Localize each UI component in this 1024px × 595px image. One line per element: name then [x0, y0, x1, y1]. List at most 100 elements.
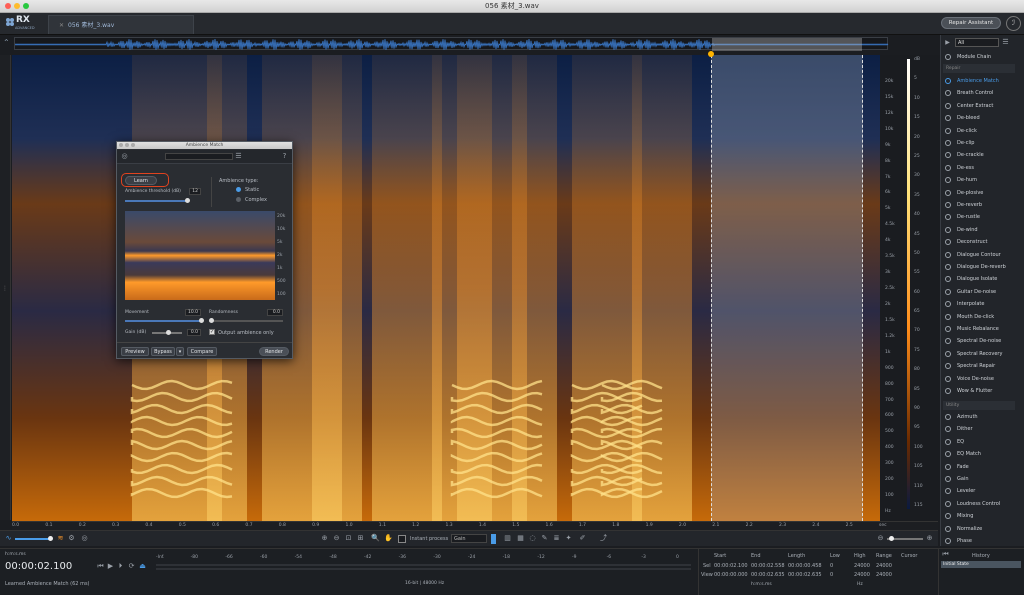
module-item[interactable]: Fade: [941, 461, 1017, 473]
module-item[interactable]: Azimuth: [941, 411, 1017, 423]
frequency-zoom-in-icon[interactable]: ⊕: [925, 534, 934, 543]
threshold-value[interactable]: 12: [189, 188, 201, 195]
module-item[interactable]: Breath Control: [941, 87, 1017, 99]
module-item[interactable]: Gain: [941, 473, 1017, 485]
view-end[interactable]: 00:00:02.635: [751, 572, 785, 578]
zoom-in-icon[interactable]: ⊕: [320, 534, 329, 543]
movement-value[interactable]: 10.0: [185, 309, 201, 316]
preview-button[interactable]: Preview: [121, 347, 149, 356]
module-item[interactable]: Mixing: [941, 510, 1017, 522]
dialog-minimize-button[interactable]: [125, 143, 129, 147]
close-tab-icon[interactable]: ✕: [59, 22, 64, 29]
harmonic-selection-icon[interactable]: ≣: [552, 534, 561, 543]
dialog-close-button[interactable]: [119, 143, 123, 147]
preset-menu-icon[interactable]: ☰: [234, 152, 243, 161]
sel-length[interactable]: 00:00:00.458: [788, 563, 822, 569]
history-item[interactable]: Initial State: [941, 561, 1021, 568]
module-item[interactable]: Wow & Flutter: [941, 385, 1017, 397]
play-selection-icon[interactable]: ⏵: [116, 562, 125, 571]
randomness-slider[interactable]: [209, 318, 283, 323]
monitor-icon[interactable]: ⏏: [138, 562, 147, 571]
spectrogram-view-icon[interactable]: ≋: [56, 534, 65, 543]
gain-slider[interactable]: [152, 330, 182, 335]
play-icon[interactable]: ▶: [106, 562, 115, 571]
module-item[interactable]: Mouth De-click: [941, 311, 1017, 323]
module-item[interactable]: Guitar De-noise: [941, 286, 1017, 298]
view-length[interactable]: 00:00:02.635: [788, 572, 822, 578]
brush-icon[interactable]: ✎: [540, 534, 549, 543]
zoom-fit-icon[interactable]: ⊡: [344, 534, 353, 543]
instant-process-checkbox[interactable]: [398, 535, 406, 543]
module-item[interactable]: De-rustle: [941, 211, 1017, 223]
view-high[interactable]: 24000: [854, 572, 870, 578]
dialog-zoom-button[interactable]: [131, 143, 135, 147]
module-item[interactable]: Loudness Control: [941, 498, 1017, 510]
module-item[interactable]: Music Rebalance: [941, 323, 1017, 335]
help-icon[interactable]: ?: [280, 152, 289, 161]
frequency-zoom-out-icon[interactable]: ⊖: [876, 534, 885, 543]
pencil-icon[interactable]: ✐: [578, 534, 587, 543]
module-item[interactable]: Phase: [941, 535, 1017, 547]
sel-high[interactable]: 24000: [854, 563, 870, 569]
module-item[interactable]: De-ess: [941, 162, 1017, 174]
time-selection[interactable]: [711, 55, 863, 521]
hand-tool-icon[interactable]: ✋: [384, 534, 393, 543]
record-icon[interactable]: ◎: [80, 534, 89, 543]
learn-button[interactable]: Learn: [125, 176, 157, 185]
module-item[interactable]: Normalize: [941, 523, 1017, 535]
history-back-icon[interactable]: ⏮: [941, 550, 950, 559]
module-item[interactable]: Dialogue Isolate: [941, 273, 1017, 285]
movement-slider[interactable]: [125, 318, 204, 323]
preset-select[interactable]: [165, 153, 233, 160]
sel-start[interactable]: 00:00:02.100: [714, 563, 748, 569]
output-ambience-checkbox[interactable]: ✓: [209, 329, 215, 335]
gutter-handle-icon[interactable]: ⋮: [2, 285, 8, 292]
repair-assistant-button[interactable]: Repair Assistant: [941, 17, 1001, 29]
zoom-tool-icon[interactable]: 🔍: [371, 534, 380, 543]
module-item[interactable]: EQ: [941, 436, 1017, 448]
module-item[interactable]: Spectral De-noise: [941, 335, 1017, 347]
view-low[interactable]: 0: [830, 572, 833, 578]
collapse-overview-icon[interactable]: ⌃: [3, 38, 10, 47]
render-button[interactable]: Render: [259, 347, 289, 356]
bypass-button[interactable]: Bypass: [151, 347, 175, 356]
magic-wand-icon[interactable]: ✦: [564, 534, 573, 543]
time-selection-tool[interactable]: [491, 534, 496, 544]
bypass-menu-icon[interactable]: ▾: [176, 347, 184, 356]
frequency-selection-icon[interactable]: ▥: [503, 534, 512, 543]
izotope-icon[interactable]: ℐ: [1006, 16, 1021, 31]
module-item[interactable]: De-click: [941, 125, 1017, 137]
compare-button[interactable]: Compare: [187, 347, 217, 356]
module-item[interactable]: De-plosive: [941, 187, 1017, 199]
loop-icon[interactable]: ⟳: [127, 562, 136, 571]
module-item[interactable]: Leveler: [941, 485, 1017, 497]
skip-start-icon[interactable]: ⏮: [96, 562, 105, 571]
module-item[interactable]: Voice De-noise: [941, 373, 1017, 385]
module-item[interactable]: Deconstruct: [941, 236, 1017, 248]
sel-range[interactable]: 24000: [876, 563, 892, 569]
timecode-format-label[interactable]: h:m:s.ms: [5, 552, 26, 557]
waveform-overview[interactable]: [14, 37, 889, 51]
waveform-view-icon[interactable]: ∿: [4, 534, 13, 543]
module-item[interactable]: De-reverb: [941, 199, 1017, 211]
complex-radio[interactable]: [236, 197, 241, 202]
sel-low[interactable]: 0: [830, 563, 833, 569]
settings-icon[interactable]: ⚙: [67, 534, 76, 543]
randomness-value[interactable]: 0.0: [267, 309, 283, 316]
frequency-zoom-slider[interactable]: [887, 536, 923, 541]
playhead-marker[interactable]: [708, 51, 714, 57]
static-radio[interactable]: [236, 187, 241, 192]
threshold-slider[interactable]: [125, 198, 190, 203]
module-item[interactable]: De-wind: [941, 224, 1017, 236]
gain-value[interactable]: 0.0: [187, 329, 201, 336]
sel-end[interactable]: 00:00:02.558: [751, 563, 785, 569]
module-item[interactable]: De-bleed: [941, 112, 1017, 124]
file-tab[interactable]: ✕ 056 素材_3.wav: [48, 15, 194, 34]
module-item[interactable]: Dither: [941, 423, 1017, 435]
module-item[interactable]: Ambience Match: [941, 75, 1017, 87]
module-item[interactable]: Interpolate: [941, 298, 1017, 310]
module-item[interactable]: Center Extract: [941, 100, 1017, 112]
module-item[interactable]: De-hum: [941, 174, 1017, 186]
view-blend-slider[interactable]: [15, 536, 53, 541]
module-menu-icon[interactable]: ☰: [1001, 38, 1010, 47]
